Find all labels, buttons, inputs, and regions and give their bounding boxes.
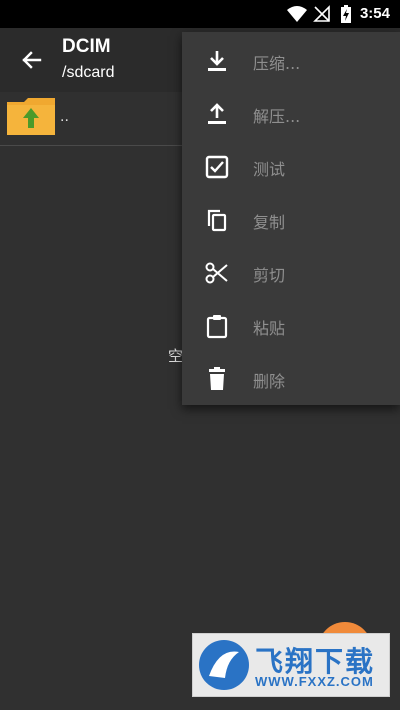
status-time: 3:54 — [359, 5, 390, 22]
menu-item-extract[interactable]: 解压... — [182, 87, 400, 140]
list-item-name: .. — [60, 108, 69, 125]
menu-item-label: 删除 — [253, 372, 286, 391]
menu-item-label: 压缩... — [253, 54, 301, 73]
status-bar: 3:54 — [0, 0, 400, 28]
menu-item-compress[interactable]: 压缩... — [182, 34, 400, 87]
download-icon — [208, 51, 226, 71]
copy-icon — [207, 209, 227, 232]
upload-icon — [208, 103, 226, 124]
watermark: 飞翔下载 WWW.FXXZ.COM — [192, 633, 390, 697]
empty-state-text: 空 — [168, 347, 184, 365]
context-menu: 压缩... 解压... 测试 复制 剪切 粘贴 删除 — [182, 32, 400, 405]
current-path: /sdcard — [62, 64, 115, 81]
menu-item-label: 解压... — [253, 107, 301, 126]
checkbox-icon — [205, 155, 229, 179]
arrow-left-icon[interactable] — [18, 46, 46, 74]
wifi-icon — [287, 6, 307, 22]
menu-item-label: 复制 — [253, 213, 286, 232]
watermark-url: WWW.FXXZ.COM — [255, 674, 374, 689]
battery-charging-icon — [341, 5, 351, 23]
menu-item-copy[interactable]: 复制 — [182, 193, 400, 246]
menu-item-paste[interactable]: 粘贴 — [182, 299, 400, 352]
clipboard-icon — [206, 315, 228, 339]
menu-item-delete[interactable]: 删除 — [182, 352, 400, 405]
watermark-logo-icon — [199, 640, 249, 690]
menu-item-label: 剪切 — [253, 266, 286, 285]
menu-item-label: 测试 — [253, 160, 286, 179]
trash-icon — [209, 367, 225, 390]
menu-item-test[interactable]: 测试 — [182, 140, 400, 193]
page-title: DCIM — [62, 36, 111, 57]
folder-up-icon — [7, 98, 55, 135]
signal-muted-icon — [313, 5, 330, 22]
scissors-icon — [205, 262, 228, 284]
menu-item-cut[interactable]: 剪切 — [182, 246, 400, 299]
menu-item-label: 粘贴 — [253, 319, 286, 338]
